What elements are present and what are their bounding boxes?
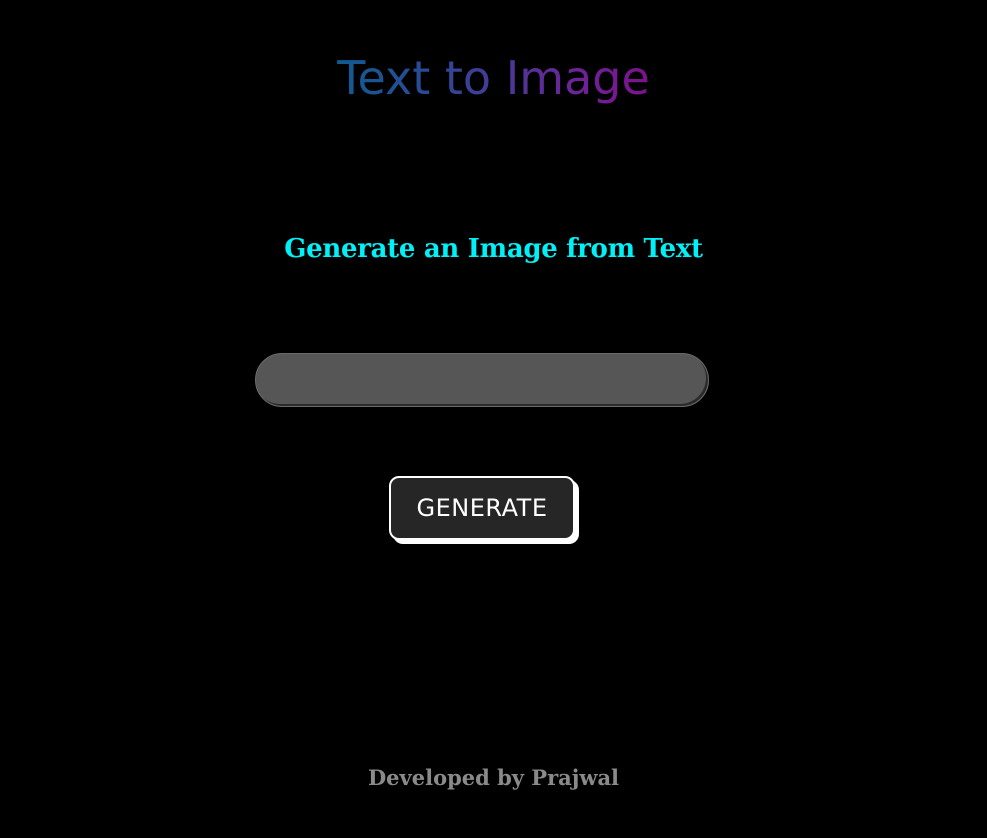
page-subtitle: Generate an Image from Text	[284, 234, 703, 264]
generate-button[interactable]: GENERATE	[389, 476, 575, 540]
app-title: Text to Image	[0, 46, 987, 110]
prompt-input[interactable]	[255, 353, 709, 407]
page: Text to Image Generate an Image from Tex…	[0, 0, 987, 838]
footer-credit: Developed by Prajwal	[367, 765, 620, 790]
app-title-text: Text to Image	[337, 51, 650, 105]
